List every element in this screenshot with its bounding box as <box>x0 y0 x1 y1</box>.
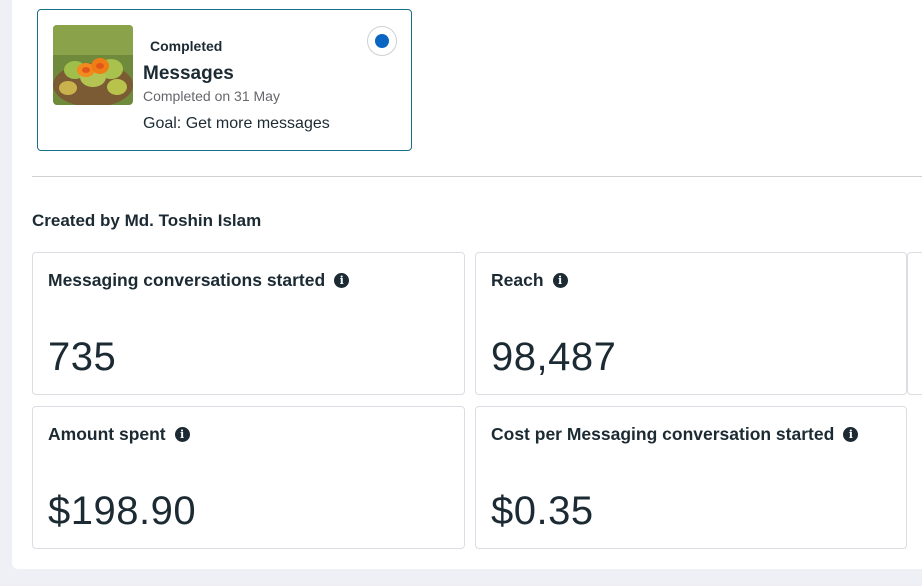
ad-completed-date: Completed on 31 May <box>143 88 280 104</box>
ad-goal: Goal: Get more messages <box>143 115 330 132</box>
section-divider <box>32 176 922 177</box>
metric-card-cost-per-conversation: Cost per Messaging conversation started … <box>475 406 907 549</box>
ad-title: Messages <box>143 63 234 84</box>
metric-card-reach: Reach i 98,487 <box>475 252 907 395</box>
metric-card-amount-spent: Amount spent i $198.90 <box>32 406 465 549</box>
metric-label: Amount spent i <box>48 424 190 445</box>
ad-overview-panel: Completed Messages Completed on 31 May G… <box>12 0 922 569</box>
metric-value: $198.90 <box>48 489 197 533</box>
metric-value: 735 <box>48 335 117 379</box>
metric-card-offscreen <box>907 252 922 395</box>
info-icon[interactable]: i <box>843 427 859 442</box>
metric-label: Reach i <box>491 270 568 291</box>
ad-card[interactable]: Completed Messages Completed on 31 May G… <box>37 9 412 151</box>
metric-label: Messaging conversations started i <box>48 270 350 291</box>
metric-card-messaging-conversations: Messaging conversations started i 735 <box>32 252 465 395</box>
info-icon[interactable]: i <box>552 273 568 288</box>
info-icon[interactable]: i <box>334 273 350 288</box>
metric-label-text: Messaging conversations started <box>48 270 326 290</box>
creator-label: Created by Md. Toshin Islam <box>32 211 262 230</box>
ad-status-label: Completed <box>150 38 223 54</box>
metric-label-text: Cost per Messaging conversation started <box>491 424 835 444</box>
ad-select-radio[interactable] <box>367 26 397 56</box>
metric-value: 98,487 <box>491 335 617 379</box>
metric-value: $0.35 <box>491 489 594 533</box>
metric-label-text: Reach <box>491 270 544 290</box>
metric-label-text: Amount spent <box>48 424 166 444</box>
info-icon[interactable]: i <box>174 427 190 442</box>
metric-label: Cost per Messaging conversation started … <box>491 424 859 445</box>
ad-thumbnail-image <box>53 25 133 105</box>
